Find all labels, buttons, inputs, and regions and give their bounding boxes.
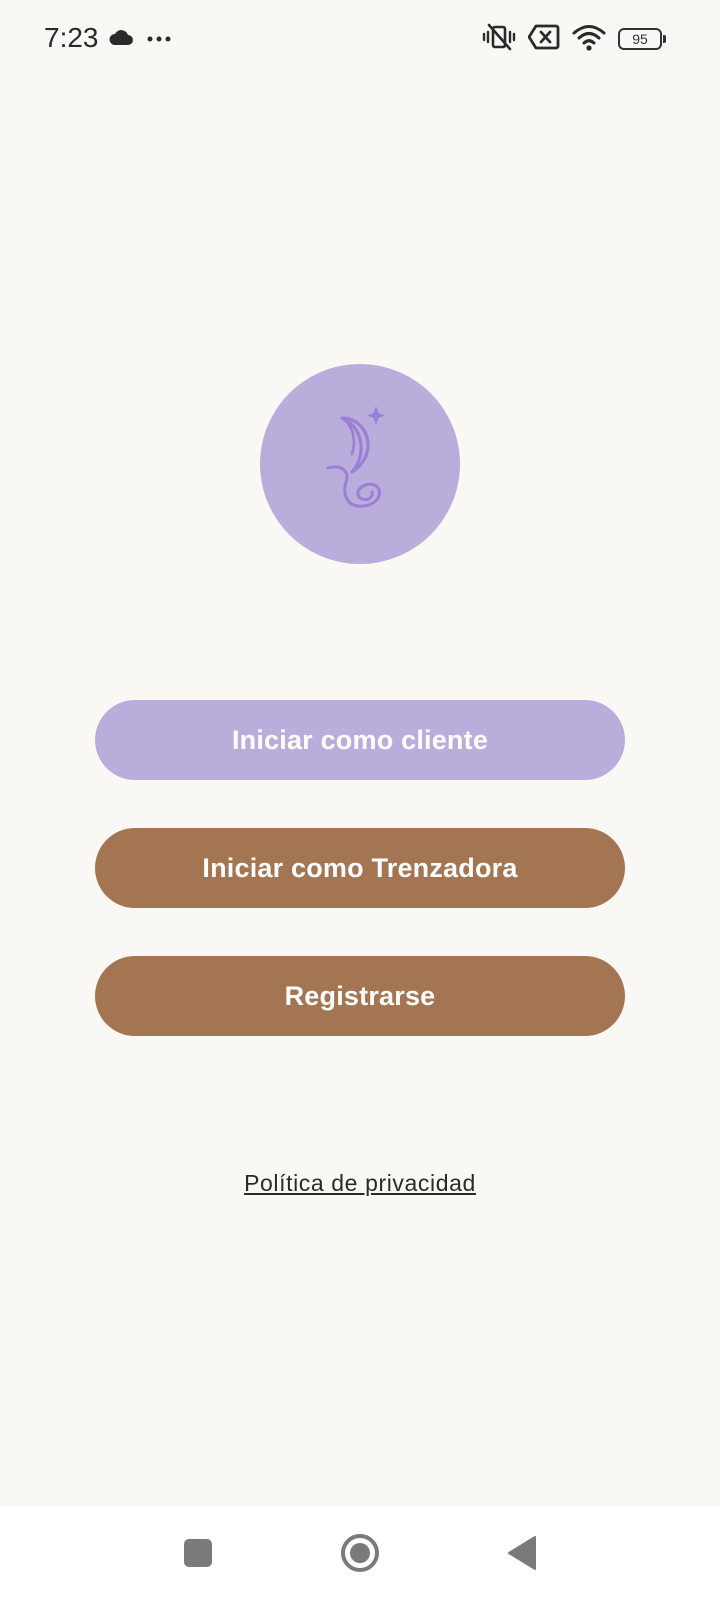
back-triangle-icon[interactable] [499,1530,545,1576]
navigation-bar [0,1506,720,1600]
privacy-policy-link[interactable]: Política de privacidad [0,1170,720,1197]
cloud-icon [108,28,134,51]
vibrate-off-icon [482,23,516,56]
more-dots-icon [146,30,172,48]
recents-square-icon[interactable] [175,1530,221,1576]
status-time: 7:23 [44,22,99,53]
wifi-icon [572,23,606,56]
no-sim-icon [527,24,560,55]
app-logo [260,364,460,564]
moon-braid-logo-icon [320,402,400,527]
register-button[interactable]: Registrarse [95,956,625,1036]
login-as-client-button[interactable]: Iniciar como cliente [95,700,625,780]
battery-level: 95 [632,31,648,47]
login-as-braider-button[interactable]: Iniciar como Trenzadora [95,828,625,908]
battery-icon: 95 [618,28,666,50]
status-bar: 7:23 95 [0,0,720,78]
home-circle-icon[interactable] [337,1530,383,1576]
status-left-icons [108,24,172,54]
status-right-icons: 95 [482,22,666,56]
